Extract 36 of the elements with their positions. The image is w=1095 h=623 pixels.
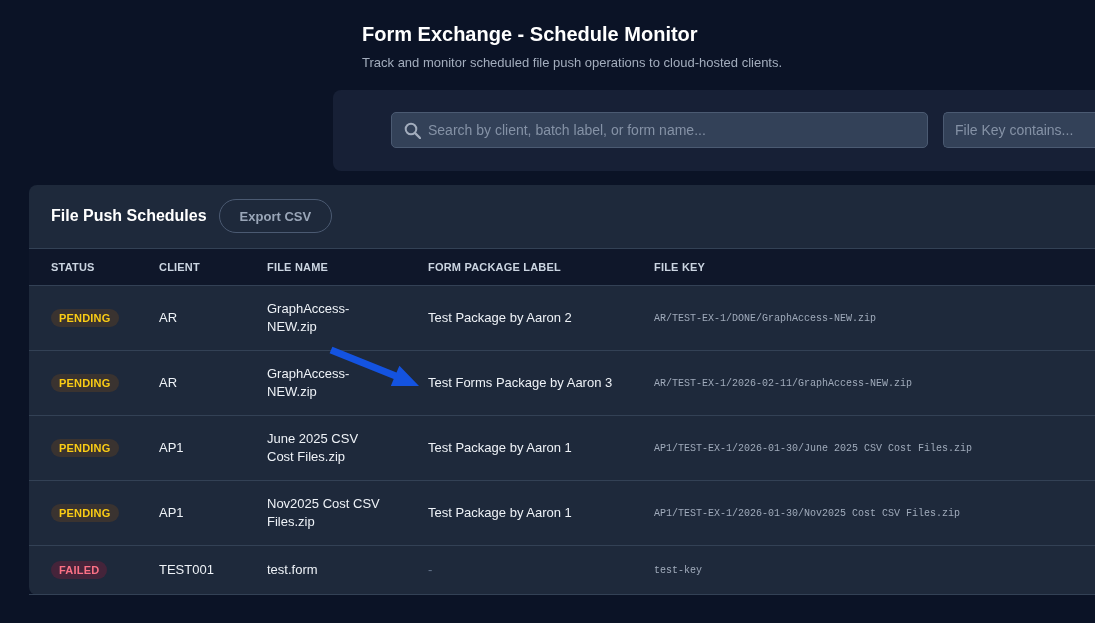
file-name-cell-text: Nov2025 Cost CSV Files.zip [267,495,381,531]
package-label-cell: Test Forms Package by Aaron 3 [428,375,613,390]
package-label-cell: Test Package by Aaron 1 [428,440,572,455]
file-name-cell-text: June 2025 CSV Cost Files.zip [267,430,360,466]
page-subtitle: Track and monitor scheduled file push operations to cloud-hosted clients. [362,55,783,71]
file-key-cell: AP1/TEST-EX-1/2026-01-30/Nov2025 Cost CSV Files.zip [654,508,961,519]
package-label-cell: Test Package by Aaron 2 [428,310,572,325]
file-name-cell-text: GraphAccess-NEW.zip [267,300,351,336]
column-header: FILE KEY [654,261,706,273]
file-name-cell: test.form [267,561,318,579]
column-header: FORM PACKAGE LABEL [428,261,561,273]
client-cell: AR [159,309,178,327]
search-field[interactable]: Search by client, batch label, or form name... [391,112,928,148]
package-label-cell: - [428,562,433,577]
file-key-cell: AP1/TEST-EX-1/2026-01-30/June 2025 CSV Cost Files.zip [654,443,973,454]
file-name-cell-text: GraphAccess-NEW.zip [267,365,351,401]
status-badge: PENDING [51,504,119,522]
client-cell: AP1 [159,504,184,522]
column-header: STATUS [51,261,95,273]
status-badge: PENDING [51,439,119,457]
status-badge: PENDING [51,374,119,392]
file-key-field[interactable]: File Key contains... [943,112,1095,148]
file-key-cell: AR/TEST-EX-1/2026-02-11/GraphAccess-NEW.zip [654,378,913,389]
search-icon [404,122,421,139]
status-badge: PENDING [51,309,119,327]
client-cell: AP1 [159,439,184,457]
client-cell: TEST001 [159,561,214,579]
file-key-cell: test-key [654,565,702,576]
client-cell: AR [159,374,178,392]
column-header: FILE NAME [267,261,329,273]
table-title: File Push Schedules [51,207,207,225]
page-title: Form Exchange - Schedule Monitor [362,22,698,46]
status-badge: FAILED [51,561,108,579]
file-key-cell: AR/TEST-EX-1/DONE/GraphAccess-NEW.zip [654,313,877,324]
package-label-cell: Test Package by Aaron 1 [428,505,572,520]
column-header: CLIENT [159,261,200,273]
